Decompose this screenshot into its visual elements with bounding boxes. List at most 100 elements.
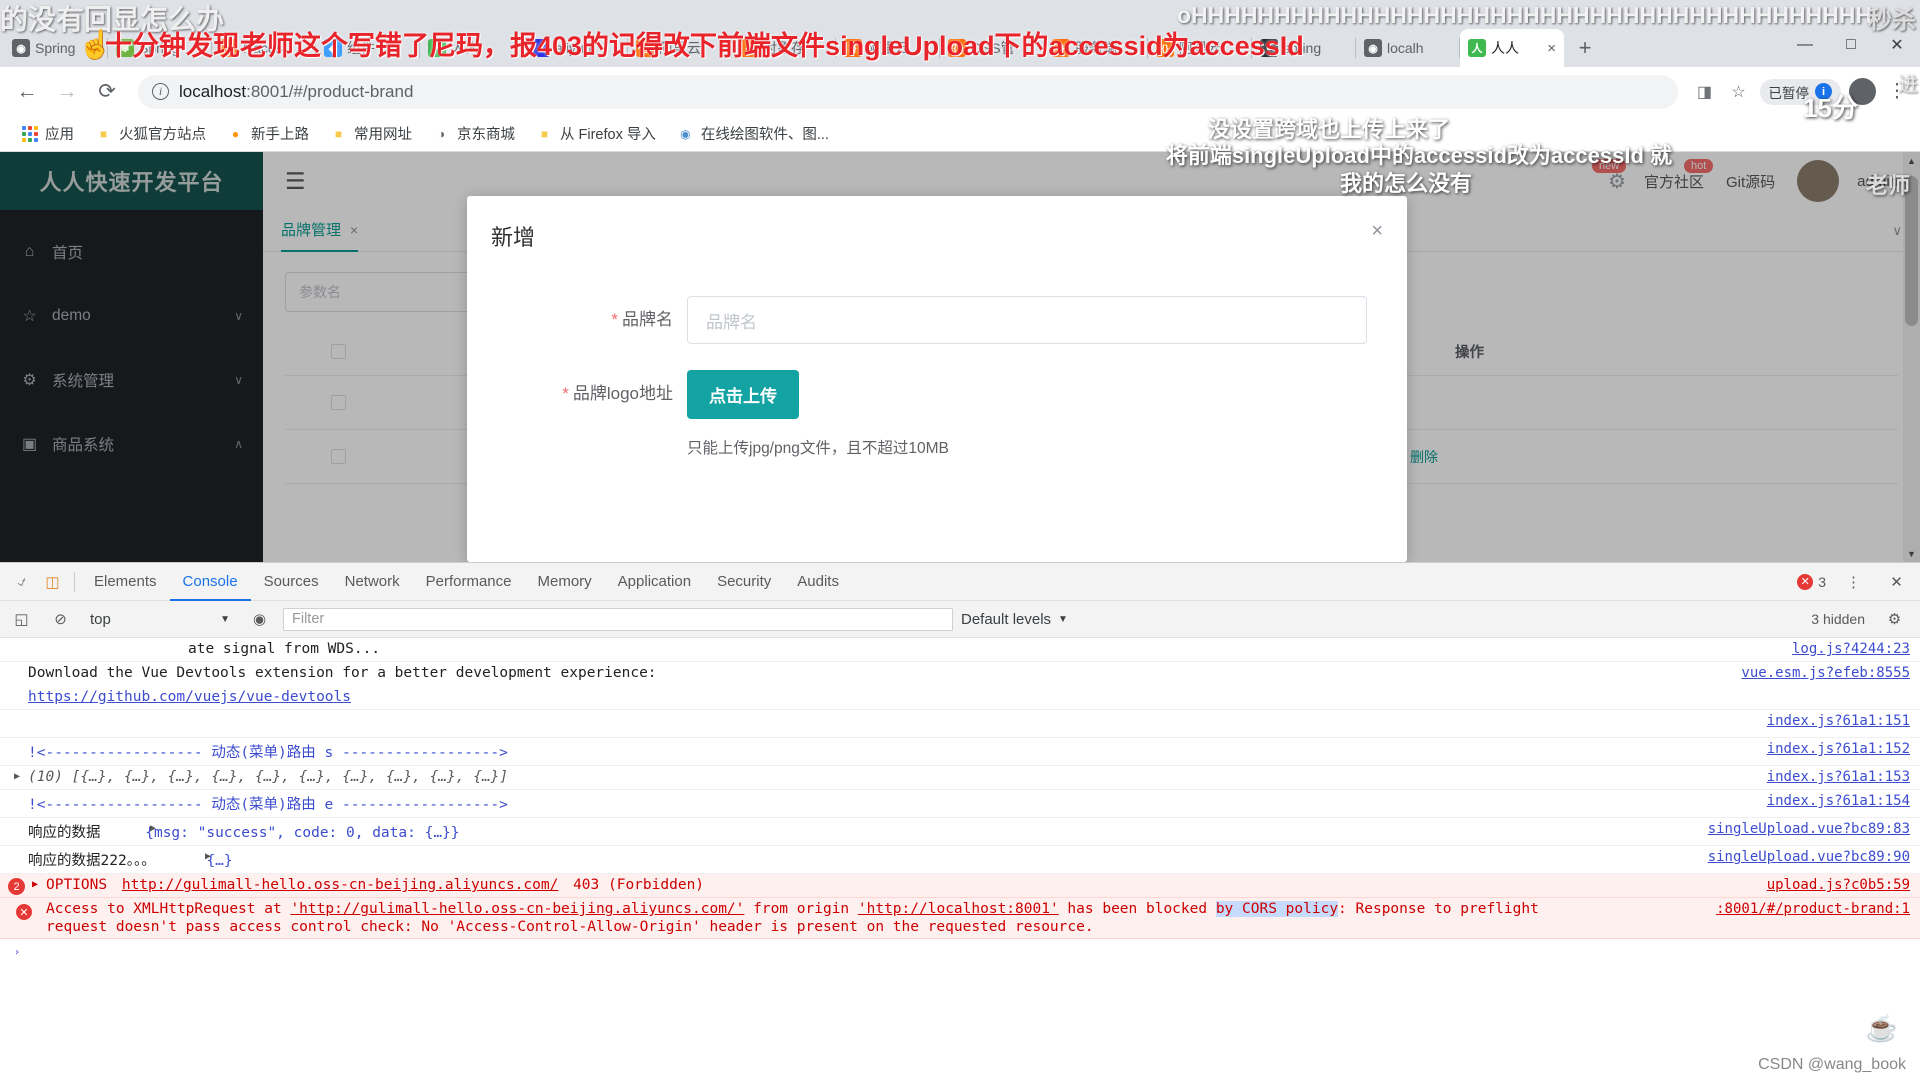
profile-avatar[interactable] bbox=[1849, 78, 1876, 105]
devtools-tab-application[interactable]: Application bbox=[605, 563, 704, 601]
pause-status-badge[interactable]: 已暂停 i bbox=[1759, 78, 1841, 105]
execution-context-select[interactable]: top ▼ bbox=[84, 611, 236, 628]
star-icon[interactable]: ☆ bbox=[1726, 79, 1752, 105]
error-url-2[interactable]: 'http://localhost:8001' bbox=[858, 901, 1059, 917]
console-output[interactable]: ate signal from WDS... log.js?4244:23 Do… bbox=[0, 638, 1920, 1080]
tab-label: OSS管 bbox=[971, 40, 1015, 56]
globe-icon: ◉ bbox=[1364, 39, 1382, 57]
brand-name-input[interactable]: 品牌名 bbox=[687, 296, 1367, 344]
log-source[interactable]: index.js?61a1:153 bbox=[1767, 769, 1910, 785]
clear-console-icon[interactable]: ⊘ bbox=[45, 604, 76, 634]
browser-tab[interactable]: {} OSS管 bbox=[940, 29, 1044, 67]
log-source[interactable]: vue.esm.js?efeb:8555 bbox=[1741, 665, 1910, 681]
maximize-button[interactable]: □ bbox=[1828, 25, 1874, 65]
close-icon[interactable]: × bbox=[1371, 220, 1383, 243]
log-source[interactable]: singleUpload.vue?bc89:90 bbox=[1708, 849, 1910, 865]
bookmark-item[interactable]: ◑ 京东商城 bbox=[424, 119, 524, 148]
browser-tab[interactable]: ◆ 组件 bbox=[316, 29, 420, 67]
console-prompt[interactable]: › bbox=[0, 939, 1920, 958]
devtools-close-icon[interactable]: ✕ bbox=[1881, 567, 1912, 597]
devtools-tab-console[interactable]: Console bbox=[170, 563, 251, 601]
error-url-1[interactable]: 'http://gulimall-hello.oss-cn-beijing.al… bbox=[290, 901, 744, 917]
tab-label: Spring bbox=[35, 40, 76, 56]
browser-tab[interactable]: 人 人人 bbox=[420, 29, 524, 67]
browser-tab[interactable]: {} 阿里云 bbox=[1148, 29, 1252, 67]
log-source[interactable]: singleUpload.vue?bc89:83 bbox=[1708, 821, 1910, 837]
devtools-tab-elements[interactable]: Elements bbox=[81, 563, 170, 601]
browser-tab[interactable]: ◉ Spring bbox=[4, 29, 108, 67]
log-source[interactable]: log.js?4244:23 bbox=[1792, 641, 1910, 657]
log-source[interactable]: index.js?61a1:154 bbox=[1767, 793, 1910, 809]
bookmark-item[interactable]: ■ 常用网址 bbox=[321, 119, 421, 148]
inspect-icon[interactable]: ⍻ bbox=[6, 567, 37, 597]
folder-icon: ■ bbox=[334, 126, 343, 141]
tab-label: 阿里云 bbox=[1179, 40, 1221, 56]
bookmark-item[interactable]: ● 新手上路 bbox=[218, 119, 318, 148]
bookmark-item[interactable]: ■ 火狐官方站点 bbox=[86, 119, 215, 148]
url-text: localhost:8001/#/product-brand bbox=[179, 82, 413, 102]
browser-tab[interactable]: ❄ Spring bbox=[108, 29, 212, 67]
drawio-icon: ◉ bbox=[680, 126, 691, 141]
expand-triangle-icon[interactable]: ▶ bbox=[150, 823, 156, 834]
address-bar[interactable]: i localhost:8001/#/product-brand bbox=[138, 74, 1678, 109]
settings-gear-icon[interactable]: ⚙ bbox=[1879, 604, 1910, 634]
console-filter-input[interactable]: Filter bbox=[283, 607, 953, 631]
error-highlight: by CORS policy bbox=[1215, 901, 1339, 917]
devtools-tab-performance[interactable]: Performance bbox=[413, 563, 525, 601]
log-level-select[interactable]: Default levels ▼ bbox=[961, 611, 1068, 628]
log-source[interactable]: index.js?61a1:151 bbox=[1767, 713, 1910, 729]
tab-label: localh bbox=[1387, 40, 1424, 56]
browser-tab[interactable]: {} 阿里云 bbox=[836, 29, 940, 67]
browser-tab[interactable]: {} Nacos bbox=[212, 29, 316, 67]
bookmark-item[interactable]: ■ 从 Firefox 导入 bbox=[527, 119, 665, 148]
log-source[interactable]: upload.js?c0b5:59 bbox=[1767, 877, 1910, 893]
log-link[interactable]: https://github.com/vuejs/vue-devtools bbox=[28, 689, 351, 705]
tab-label: 对象存 bbox=[763, 40, 805, 56]
device-toolbar-icon[interactable]: ◫ bbox=[37, 567, 68, 597]
expand-triangle-icon[interactable]: ▶ bbox=[32, 879, 38, 890]
error-icon: ✕ bbox=[16, 904, 32, 920]
reload-button[interactable]: ⟳ bbox=[90, 75, 124, 109]
close-window-button[interactable]: ✕ bbox=[1874, 25, 1920, 65]
forward-button[interactable]: → bbox=[50, 75, 84, 109]
expand-triangle-icon[interactable]: ▶ bbox=[14, 771, 20, 782]
globe-icon: ◑ bbox=[437, 126, 446, 141]
devtools-tab-audits[interactable]: Audits bbox=[784, 563, 852, 601]
bookmark-label: 常用网址 bbox=[354, 127, 412, 143]
minimize-button[interactable]: — bbox=[1782, 25, 1828, 65]
watermark: CSDN @wang_book bbox=[1758, 1056, 1906, 1073]
error-url[interactable]: http://gulimall-hello.oss-cn-beijing.ali… bbox=[122, 877, 559, 893]
back-button[interactable]: ← bbox=[10, 75, 44, 109]
bookmark-label: 应用 bbox=[45, 127, 74, 143]
puzzle-icon[interactable]: ◨ bbox=[1692, 79, 1718, 105]
bookmark-apps[interactable]: 应用 bbox=[12, 119, 83, 148]
expand-triangle-icon[interactable]: ▶ bbox=[205, 851, 211, 862]
new-tab-button[interactable]: + bbox=[1570, 33, 1600, 63]
browser-tab-active[interactable]: 人 人人 × bbox=[1460, 29, 1564, 67]
tab-close-icon[interactable]: × bbox=[1547, 40, 1556, 57]
live-expression-icon[interactable]: ◉ bbox=[244, 604, 275, 634]
element-ui-icon: ◆ bbox=[324, 39, 342, 57]
error-text-a: Access to XMLHttpRequest at bbox=[46, 901, 291, 917]
floating-widget-icon[interactable]: ☕ bbox=[1866, 1013, 1898, 1044]
dialog-body: * 品牌名 品牌名 * 品牌logo地址 点击上传 只能上传jpg/png文件，且不… bbox=[467, 252, 1407, 458]
browser-tab[interactable]: {} 服务端 bbox=[1044, 29, 1148, 67]
error-count-indicator[interactable]: ✕ 3 bbox=[1797, 573, 1826, 590]
devtools-tab-memory[interactable]: Memory bbox=[525, 563, 605, 601]
log-text: (10) [{…}, {…}, {…}, {…}, {…}, {…}, {…},… bbox=[28, 769, 509, 785]
browser-tab[interactable]: ● spring bbox=[1252, 29, 1356, 67]
devtools-tab-security[interactable]: Security bbox=[704, 563, 784, 601]
log-source[interactable]: index.js?61a1:152 bbox=[1767, 741, 1910, 757]
browser-tab[interactable]: ◉ localh bbox=[1356, 29, 1460, 67]
site-info-icon[interactable]: i bbox=[152, 83, 169, 100]
upload-button[interactable]: 点击上传 bbox=[687, 370, 799, 419]
devtools-tab-sources[interactable]: Sources bbox=[251, 563, 332, 601]
log-source[interactable]: :8001/#/product-brand:1 bbox=[1716, 901, 1910, 917]
browser-tab[interactable]: ● aliyun bbox=[524, 29, 628, 67]
console-sidebar-icon[interactable]: ◱ bbox=[6, 604, 37, 634]
browser-tab[interactable]: {} 阿里云 bbox=[628, 29, 732, 67]
devtools-more-icon[interactable]: ⋮ bbox=[1838, 567, 1869, 597]
bookmark-item[interactable]: ◉ 在线绘图软件、图... bbox=[668, 119, 838, 148]
devtools-tab-network[interactable]: Network bbox=[332, 563, 413, 601]
browser-tab[interactable]: {} 对象存 bbox=[732, 29, 836, 67]
